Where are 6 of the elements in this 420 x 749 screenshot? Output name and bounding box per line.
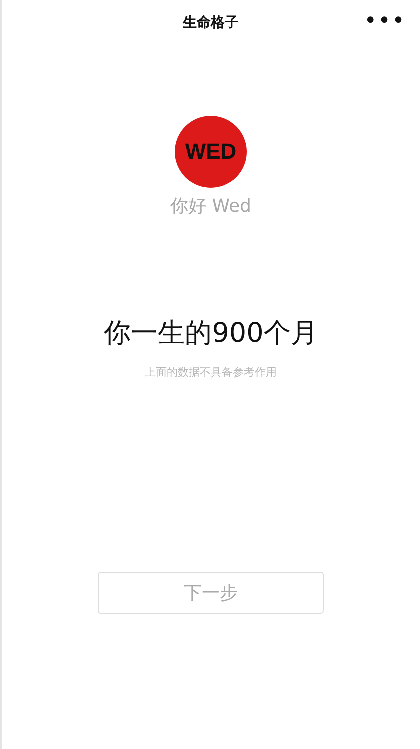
note-text: 上面的数据不具备参考作用 bbox=[145, 365, 277, 380]
page-title: 生命格子 bbox=[183, 14, 239, 32]
headline: 你一生的900个月 bbox=[104, 317, 318, 351]
more-menu-button[interactable]: ••• bbox=[364, 8, 406, 36]
greeting-text: 你好 Wed bbox=[170, 195, 252, 218]
avatar: WED bbox=[175, 116, 247, 188]
